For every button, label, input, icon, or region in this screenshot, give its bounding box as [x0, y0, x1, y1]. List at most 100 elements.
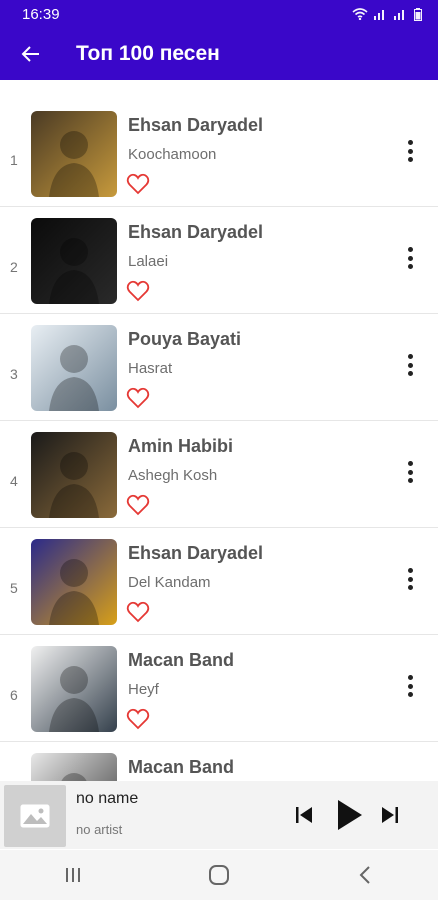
more-vert-icon [407, 371, 413, 376]
track-title: Koochamoon [128, 146, 217, 163]
play-button[interactable] [334, 795, 364, 840]
player-artist: no artist [76, 822, 123, 837]
more-vert-icon [407, 478, 413, 483]
track-row[interactable]: 6 Macan Band Heyf [0, 635, 438, 742]
more-vert-icon [407, 585, 413, 590]
more-vert-icon [407, 157, 413, 162]
system-nav-bar [0, 850, 438, 900]
more-vert-icon [407, 675, 413, 680]
track-index: 5 [10, 580, 18, 596]
home-icon [209, 865, 229, 885]
next-button[interactable] [378, 797, 402, 838]
track-row[interactable]: 5 Ehsan Daryadel Del Kandam [0, 528, 438, 635]
skip-next-icon [382, 807, 398, 823]
track-title: Hasrat [128, 360, 173, 377]
heart-outline-icon [126, 280, 150, 302]
home-button[interactable] [199, 855, 239, 895]
more-options-button[interactable] [398, 564, 422, 594]
page-title: Топ 100 песен [76, 42, 220, 65]
more-vert-icon [407, 362, 413, 368]
more-vert-icon [407, 354, 413, 359]
album-cover[interactable] [31, 432, 117, 518]
heart-outline-icon [126, 387, 150, 409]
track-row[interactable]: 4 Amin Habibi Ashegh Kosh [0, 421, 438, 528]
heart-outline-icon [126, 173, 150, 195]
track-artist: Ehsan Daryadel [128, 115, 264, 135]
track-artist: Macan Band [128, 650, 235, 670]
track-index: 6 [10, 687, 18, 703]
track-list: 1 Ehsan Daryadel Koochamoon 2 Ehsan Dary… [0, 100, 438, 849]
more-vert-icon [407, 692, 413, 697]
wifi-icon [352, 8, 368, 20]
player-artwork [4, 785, 66, 847]
track-row[interactable]: 2 Ehsan Daryadel Lalaei [0, 207, 438, 314]
track-index: 2 [10, 259, 18, 275]
status-bar: 16:39 [0, 0, 438, 28]
arrow-left-icon [21, 46, 39, 62]
back-button[interactable] [0, 28, 62, 80]
mini-player[interactable]: no name no artist [0, 781, 438, 849]
track-index: 4 [10, 473, 18, 489]
favorite-button[interactable] [126, 601, 150, 623]
signal-icon-2 [394, 10, 404, 20]
favorite-button[interactable] [126, 708, 150, 730]
album-cover[interactable] [31, 111, 117, 197]
play-icon [338, 800, 362, 830]
album-art-image [31, 325, 117, 411]
more-options-button[interactable] [398, 136, 422, 166]
favorite-button[interactable] [126, 173, 150, 195]
track-artist: Pouya Bayati [128, 329, 242, 349]
status-icons [352, 7, 422, 21]
track-artist: Ehsan Daryadel [128, 543, 264, 563]
previous-button[interactable] [292, 797, 316, 838]
more-vert-icon [407, 255, 413, 261]
favorite-button[interactable] [126, 387, 150, 409]
more-options-button[interactable] [398, 457, 422, 487]
more-vert-icon [407, 568, 413, 573]
album-art-image [31, 646, 117, 732]
more-vert-icon [407, 461, 413, 466]
more-vert-icon [407, 264, 413, 269]
signal-icon [374, 10, 384, 20]
more-vert-icon [407, 247, 413, 252]
album-cover[interactable] [31, 646, 117, 732]
track-title: Ashegh Kosh [128, 467, 218, 484]
album-cover[interactable] [31, 539, 117, 625]
album-art-image [31, 432, 117, 518]
album-art-image [31, 111, 117, 197]
track-title: Del Kandam [128, 574, 211, 591]
track-artist: Amin Habibi [128, 436, 234, 456]
track-index: 3 [10, 366, 18, 382]
track-title: Lalaei [128, 253, 169, 270]
track-row[interactable]: 3 Pouya Bayati Hasrat [0, 314, 438, 421]
chevron-left-icon [359, 866, 370, 884]
recent-apps-button[interactable] [53, 855, 93, 895]
favorite-button[interactable] [126, 280, 150, 302]
heart-outline-icon [126, 601, 150, 623]
more-options-button[interactable] [398, 243, 422, 273]
more-vert-icon [407, 140, 413, 145]
more-options-button[interactable] [398, 671, 422, 701]
more-vert-icon [407, 683, 413, 689]
more-vert-icon [407, 576, 413, 582]
more-vert-icon [407, 148, 413, 154]
recent-apps-icon [66, 868, 80, 882]
album-cover[interactable] [31, 218, 117, 304]
track-title: Heyf [128, 681, 159, 698]
album-art-image [31, 218, 117, 304]
heart-outline-icon [126, 708, 150, 730]
player-title: no name [76, 790, 139, 807]
image-placeholder-icon [20, 804, 50, 828]
track-index: 1 [10, 152, 18, 168]
track-artist: Macan Band [128, 757, 235, 777]
status-time: 16:39 [22, 5, 60, 23]
album-cover[interactable] [31, 325, 117, 411]
track-artist: Ehsan Daryadel [128, 222, 264, 242]
favorite-button[interactable] [126, 494, 150, 516]
more-options-button[interactable] [398, 350, 422, 380]
more-vert-icon [407, 469, 413, 475]
app-bar: Топ 100 песен [0, 28, 438, 80]
track-row[interactable]: 1 Ehsan Daryadel Koochamoon [0, 100, 438, 207]
album-art-image [31, 539, 117, 625]
system-back-button[interactable] [345, 855, 385, 895]
